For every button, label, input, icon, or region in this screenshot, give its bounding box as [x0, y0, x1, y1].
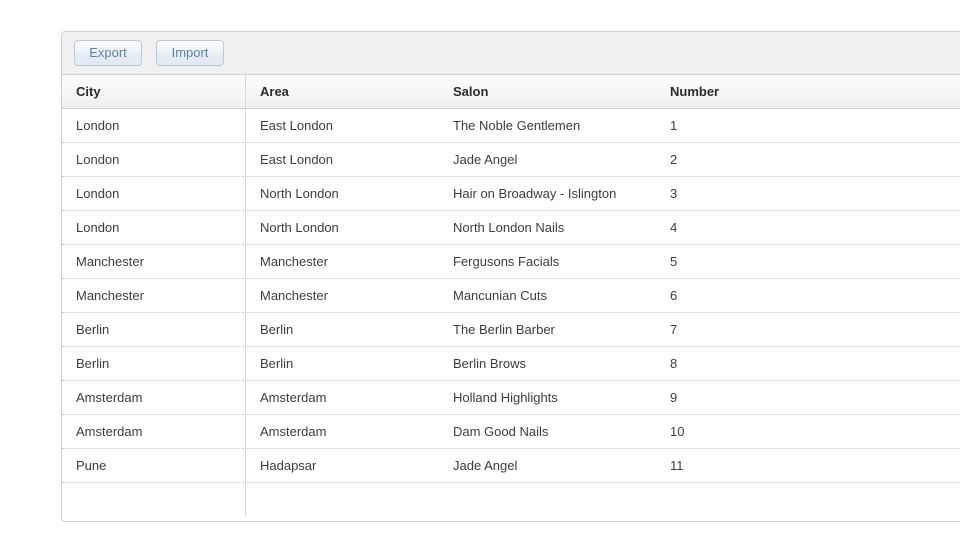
cell-city: London — [62, 143, 246, 176]
table-row[interactable]: Amsterdam Amsterdam Dam Good Nails 10 — [62, 415, 960, 449]
cell-number: 2 — [670, 152, 678, 167]
table-row[interactable]: London East London The Noble Gentlemen 1 — [62, 109, 960, 143]
cell-salon: North London Nails — [453, 220, 565, 235]
table-row-empty[interactable] — [62, 483, 960, 517]
cell-salon: The Berlin Barber — [453, 322, 555, 337]
table-row[interactable]: Manchester Manchester Mancunian Cuts 6 — [62, 279, 960, 313]
table-row[interactable]: Amsterdam Amsterdam Holland Highlights 9 — [62, 381, 960, 415]
table-row[interactable]: Manchester Manchester Fergusons Facials 5 — [62, 245, 960, 279]
cell-number: 11 — [670, 458, 684, 473]
cell-area: North London — [260, 220, 339, 235]
grid-body: London East London The Noble Gentlemen 1 Lon… — [62, 109, 960, 517]
cell-salon: Dam Good Nails — [453, 424, 549, 439]
table-row[interactable]: London North London North London Nails 4 — [62, 211, 960, 245]
cell-number: 9 — [670, 390, 678, 405]
cell-number: 3 — [670, 186, 678, 201]
table-row[interactable]: London East London Jade Angel 2 — [62, 143, 960, 177]
cell-city: Manchester — [62, 245, 246, 278]
cell-city: Amsterdam — [62, 381, 246, 414]
cell-city: Manchester — [62, 279, 246, 312]
column-header-number[interactable]: Number — [656, 75, 960, 108]
cell-area: Manchester — [260, 254, 328, 269]
column-header-salon[interactable]: Salon — [439, 75, 656, 108]
cell-area — [246, 483, 439, 517]
cell-city — [62, 483, 246, 517]
cell-number: 1 — [670, 118, 678, 133]
cell-city: London — [62, 211, 246, 244]
cell-salon: Mancunian Cuts — [453, 288, 547, 303]
cell-number: 8 — [670, 356, 678, 371]
column-header-city[interactable]: City — [62, 75, 246, 108]
cell-number: 10 — [670, 424, 685, 439]
export-button[interactable]: Export — [74, 40, 142, 66]
cell-area: Amsterdam — [260, 424, 327, 439]
cell-city: Pune — [62, 449, 246, 482]
column-header-area[interactable]: Area — [246, 75, 439, 108]
cell-city: Berlin — [62, 313, 246, 346]
cell-salon: Hair on Broadway - Islington — [453, 186, 617, 201]
cell-area: Berlin — [260, 356, 294, 371]
table-row[interactable]: Berlin Berlin The Berlin Barber 7 — [62, 313, 960, 347]
cell-area: East London — [260, 152, 334, 167]
grid-header-row: City Area Salon Number — [62, 75, 960, 109]
cell-salon: Jade Angel — [453, 152, 518, 167]
cell-salon — [439, 483, 656, 517]
cell-salon: Berlin Brows — [453, 356, 526, 371]
grid-toolbar: Export Import — [62, 32, 960, 75]
cell-number: 4 — [670, 220, 678, 235]
cell-area: Berlin — [260, 322, 294, 337]
cell-city: Berlin — [62, 347, 246, 380]
cell-city: London — [62, 109, 246, 142]
cell-area: Manchester — [260, 288, 328, 303]
table-row[interactable]: Pune Hadapsar Jade Angel 11 — [62, 449, 960, 483]
table-row[interactable]: Berlin Berlin Berlin Brows 8 — [62, 347, 960, 381]
cell-salon: Fergusons Facials — [453, 254, 560, 269]
cell-salon: Holland Highlights — [453, 390, 558, 405]
cell-area: East London — [260, 118, 334, 133]
cell-number: 6 — [670, 288, 678, 303]
cell-city: London — [62, 177, 246, 210]
cell-area: North London — [260, 186, 339, 201]
cell-number: 7 — [670, 322, 678, 337]
table-row[interactable]: London North London Hair on Broadway - Isl… — [62, 177, 960, 211]
data-grid-panel: Export Import City Area Salon Number Lon… — [61, 31, 960, 522]
cell-number: 5 — [670, 254, 678, 269]
cell-city: Amsterdam — [62, 415, 246, 448]
cell-salon: Jade Angel — [453, 458, 518, 473]
cell-salon: The Noble Gentlemen — [453, 118, 581, 133]
cell-area: Amsterdam — [260, 390, 327, 405]
import-button[interactable]: Import — [156, 40, 224, 66]
cell-number — [656, 483, 960, 517]
cell-area: Hadapsar — [260, 458, 317, 473]
